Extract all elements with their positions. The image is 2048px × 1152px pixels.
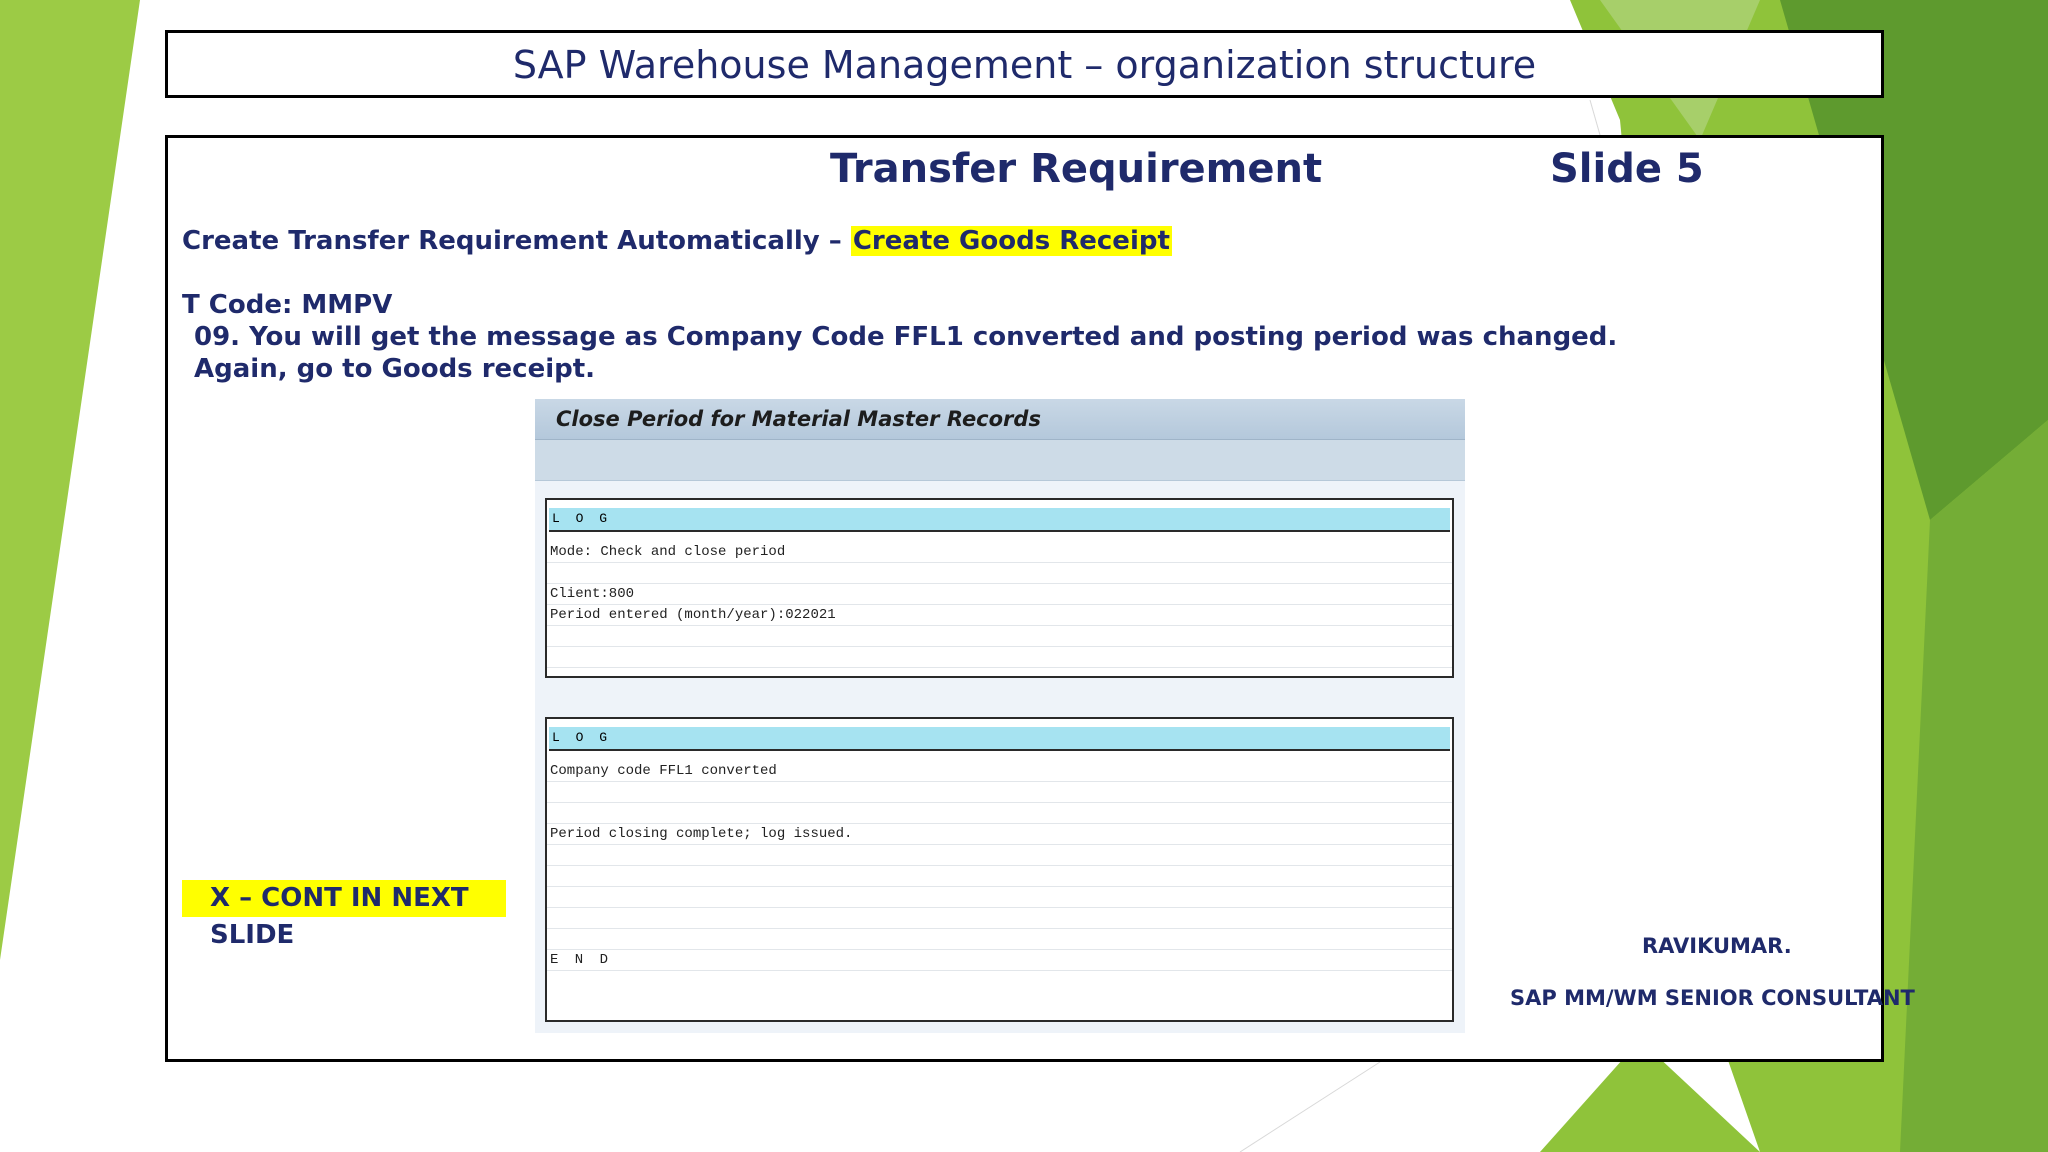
sap-toolbar	[535, 440, 1465, 481]
log2-row	[547, 845, 1452, 866]
log-header-1: L O G	[549, 508, 1450, 532]
step-line: 09. You will get the message as Company …	[194, 322, 1618, 352]
log1-row: Client:800	[547, 584, 1452, 605]
log-panel-1[interactable]: L O G Mode: Check and close period Clien…	[545, 498, 1454, 678]
log1-row	[547, 647, 1452, 668]
goods-receipt-highlight: Create Goods Receipt	[850, 226, 1172, 256]
author-role: SAP MM/WM SENIOR CONSULTANT	[1510, 986, 1915, 1010]
create-tr-line: Create Transfer Requirement Automaticall…	[182, 226, 1172, 256]
sap-window-title: Close Period for Material Master Records	[535, 399, 1465, 440]
log-header-2: L O G	[549, 727, 1450, 751]
log2-row	[547, 929, 1452, 950]
log2-row: Company code FFL1 converted	[547, 761, 1452, 782]
log2-row	[547, 887, 1452, 908]
step-line-2: Again, go to Goods receipt.	[194, 354, 596, 384]
log2-row	[547, 782, 1452, 803]
log2-end-row: E N D	[547, 950, 1452, 971]
continue-note: X – CONT IN NEXT SLIDE	[182, 880, 506, 950]
log2-row	[547, 803, 1452, 824]
log1-row: Period entered (month/year):022021	[547, 605, 1452, 626]
log-panel-2[interactable]: L O G Company code FFL1 converted Period…	[545, 717, 1454, 1022]
slide-title-box: SAP Warehouse Management – organization …	[165, 30, 1884, 98]
slide-number: Slide 5	[1550, 146, 1704, 192]
log2-row	[547, 866, 1452, 887]
log1-row: Mode: Check and close period	[547, 542, 1452, 563]
log2-row	[547, 908, 1452, 929]
log2-row: Period closing complete; log issued.	[547, 824, 1452, 845]
tcode-line: T Code: MMPV	[182, 290, 393, 320]
sap-screenshot: Close Period for Material Master Records…	[535, 399, 1465, 1033]
slide-heading: Transfer Requirement	[830, 146, 1323, 192]
log1-row	[547, 626, 1452, 647]
create-tr-text: Create Transfer Requirement Automaticall…	[182, 226, 851, 256]
slide-title: SAP Warehouse Management – organization …	[512, 43, 1537, 87]
log1-row	[547, 563, 1452, 584]
author-name: RAVIKUMAR.	[1642, 934, 1792, 958]
